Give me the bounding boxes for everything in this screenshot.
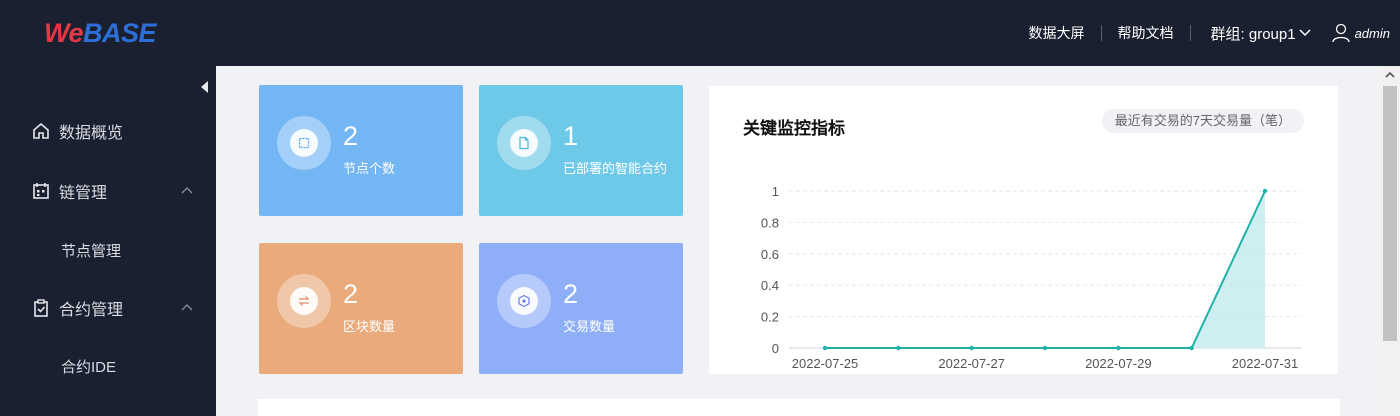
stat-label: 交易数量: [563, 319, 616, 334]
data-point: [1116, 345, 1121, 351]
x-tick-label: 2022-07-31: [1232, 356, 1299, 371]
stat-value: 2: [563, 279, 579, 309]
logo-we-text: We: [44, 18, 84, 48]
sidebar-item-label: 合约管理: [59, 302, 124, 319]
data-point: [1042, 345, 1048, 351]
stat-label: 节点个数: [343, 161, 396, 176]
data-point: [969, 345, 974, 351]
data-point: [822, 345, 828, 351]
webase-logo[interactable]: WeBASE: [44, 18, 157, 49]
contract-doc-icon: [519, 136, 529, 150]
main-content: 2 节点个数 1 已部署的智能合约 2 区块数量 2 交易数量 关键监控指标 最…: [216, 66, 1380, 416]
x-tick-label: 2022-07-29: [1085, 356, 1152, 371]
stat-card-nodes[interactable]: 2 节点个数: [259, 85, 463, 216]
chevron-up-icon: [181, 304, 193, 311]
stat-value: 2: [343, 121, 359, 151]
sidebar-item-label: 合约IDE: [61, 358, 117, 376]
vertical-scrollbar[interactable]: [1380, 66, 1400, 416]
sidebar-item-contract-ide[interactable]: 合约IDE: [0, 346, 216, 386]
stat-card-blocks[interactable]: 2 区块数量: [259, 243, 463, 374]
calendar-icon: [33, 183, 49, 199]
y-tick-label: 0.2: [761, 310, 779, 325]
group-selector[interactable]: 群组: group1: [1191, 23, 1317, 44]
scrollbar-thumb[interactable]: [1383, 86, 1397, 341]
user-icon: [1331, 23, 1350, 43]
help-docs-link[interactable]: 帮助文档: [1102, 23, 1190, 43]
scroll-up-arrow-icon[interactable]: [1384, 70, 1396, 80]
stat-value: 1: [563, 121, 579, 151]
y-tick-label: 0.6: [761, 247, 779, 262]
transaction-volume-chart: 0 0.2 0.4 0.6 0.8 1 2022-07-25 2022-07-27 2022-0…: [761, 184, 1301, 371]
sidebar-item-contract-management[interactable]: 合约管理: [0, 288, 216, 328]
monitoring-chart-card: 关键监控指标 最近有交易的7天交易量（笔） 0 0.2 0.4 0.6 0.8 1 2022…: [709, 86, 1338, 374]
stat-card-transactions[interactable]: 2 交易数量: [479, 243, 683, 374]
sidebar-item-node-management[interactable]: 节点管理: [0, 230, 216, 270]
data-point: [1262, 188, 1268, 194]
chevron-up-icon: [181, 187, 193, 194]
top-bar: WeBASE 数据大屏 帮助文档 群组: group1 admin: [0, 0, 1400, 66]
hexagon-icon: [518, 294, 530, 308]
stat-label: 区块数量: [343, 319, 396, 334]
username: admin: [1354, 25, 1390, 41]
x-tick-label: 2022-07-27: [938, 356, 1005, 371]
collapse-sidebar-icon[interactable]: [199, 80, 211, 94]
data-point: [896, 345, 901, 351]
data-point: [1189, 345, 1194, 351]
data-screen-link[interactable]: 数据大屏: [1013, 23, 1101, 43]
logo-base-text: BASE: [83, 18, 157, 48]
sidebar-item-chain-management[interactable]: 链管理: [0, 171, 216, 211]
node-icon: [298, 137, 310, 149]
y-tick-label: 1: [772, 184, 779, 199]
sidebar-item-label: 节点管理: [61, 242, 122, 260]
y-tick-label: 0.4: [761, 278, 779, 293]
y-tick-label: 0.8: [761, 215, 779, 230]
stat-label: 已部署的智能合约: [563, 161, 668, 176]
home-icon: [33, 122, 49, 139]
bottom-panel: [258, 399, 1340, 416]
group-selector-label: 群组: group1: [1210, 25, 1296, 43]
user-menu[interactable]: admin: [1317, 23, 1390, 43]
sidebar-item-label: 数据概览: [59, 125, 124, 142]
sidebar-item-overview[interactable]: 数据概览: [0, 111, 216, 151]
sidebar: 数据概览 链管理 节点管理 合约管理 合约IDE: [0, 66, 216, 416]
swap-arrows-icon: [298, 296, 310, 306]
chevron-down-icon: [1299, 29, 1311, 37]
series-line: [825, 190, 1266, 349]
series-area: [825, 191, 1265, 348]
stat-value: 2: [343, 279, 359, 309]
y-tick-label: 0: [772, 341, 779, 356]
sidebar-item-label: 链管理: [59, 185, 108, 202]
x-tick-label: 2022-07-25: [792, 356, 859, 371]
stat-card-contracts[interactable]: 1 已部署的智能合约: [479, 85, 683, 216]
top-nav: 数据大屏 帮助文档 群组: group1 admin: [1013, 0, 1390, 66]
clipboard-check-icon: [34, 299, 48, 317]
